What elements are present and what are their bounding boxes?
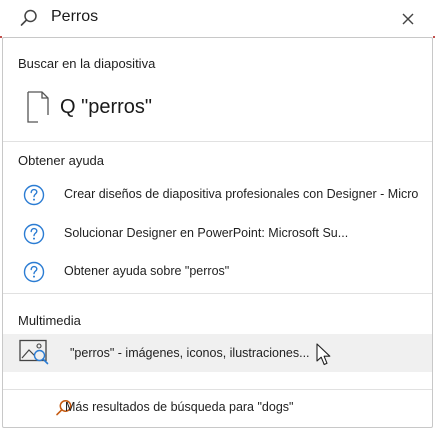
search-input[interactable]: Perros [51, 8, 98, 26]
media-search-item[interactable]: "perros" - imágenes, iconos, ilustracion… [3, 334, 432, 372]
help-circle-icon [23, 184, 45, 206]
help-item-label: Crear diseños de diapositiva profesional… [64, 187, 419, 201]
section-header-media: Multimedia [18, 313, 81, 328]
help-item-label: Solucionar Designer en PowerPoint: Micro… [64, 226, 349, 240]
help-item[interactable]: Obtener ayuda sobre "perros" [3, 254, 432, 288]
more-results-label: Más resultados de búsqueda para "dogs" [65, 400, 294, 414]
mouse-pointer-icon [316, 343, 331, 366]
section-header-help: Obtener ayuda [18, 153, 105, 168]
divider [3, 141, 432, 142]
search-bar: Perros [0, 0, 435, 36]
close-icon[interactable] [398, 9, 418, 29]
media-search-label: "perros" - imágenes, iconos, ilustracion… [70, 346, 310, 360]
image-search-icon [19, 339, 49, 365]
help-item[interactable]: Crear diseños de diapositiva profesional… [3, 177, 432, 211]
help-circle-icon [23, 223, 45, 245]
help-item-label: Obtener ayuda sobre "perros" [64, 264, 230, 278]
slide-search-label: Q "perros" [60, 96, 153, 118]
divider [3, 293, 432, 294]
help-item[interactable]: Solucionar Designer en PowerPoint: Micro… [3, 216, 432, 250]
section-header-slide: Buscar en la diapositiva [18, 56, 156, 71]
help-circle-icon [23, 261, 45, 283]
document-search-icon [27, 91, 49, 123]
search-results-panel: Buscar en la diapositiva Q "perros" Obte… [2, 37, 433, 428]
slide-search-item[interactable]: Q "perros" [19, 90, 419, 124]
more-results-link[interactable]: Más resultados de búsqueda para "dogs" [3, 390, 432, 426]
search-icon [20, 9, 37, 26]
